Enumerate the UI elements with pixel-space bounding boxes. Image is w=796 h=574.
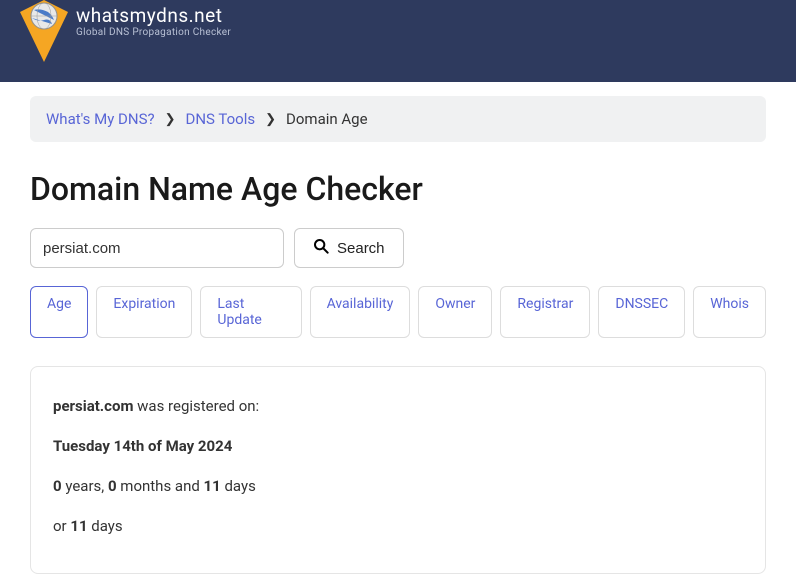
breadcrumb-home-link[interactable]: What's My DNS? xyxy=(46,110,155,128)
tab-age[interactable]: Age xyxy=(30,286,88,338)
logo-link[interactable]: whatsmydns.net Global DNS Propagation Ch… xyxy=(20,0,231,66)
tabs-row: Age Expiration Last Update Availability … xyxy=(30,286,766,338)
chevron-right-icon: ❯ xyxy=(265,112,276,127)
search-row: Search xyxy=(30,228,766,268)
tab-owner[interactable]: Owner xyxy=(418,286,492,338)
globe-pin-icon xyxy=(20,0,68,66)
tab-registrar[interactable]: Registrar xyxy=(500,286,590,338)
result-total-days: or 11 days xyxy=(53,517,743,535)
tab-availability[interactable]: Availability xyxy=(310,286,411,338)
result-registration-date: Tuesday 14th of May 2024 xyxy=(53,437,743,455)
result-age-breakdown: 0 years, 0 months and 11 days xyxy=(53,477,743,495)
site-subtitle: Global DNS Propagation Checker xyxy=(76,27,231,38)
breadcrumb: What's My DNS? ❯ DNS Tools ❯ Domain Age xyxy=(30,96,766,142)
result-card: persiat.com was registered on: Tuesday 1… xyxy=(30,366,766,574)
site-header: whatsmydns.net Global DNS Propagation Ch… xyxy=(0,0,796,82)
tab-expiration[interactable]: Expiration xyxy=(96,286,192,338)
result-registered-line: persiat.com was registered on: xyxy=(53,397,743,415)
breadcrumb-current: Domain Age xyxy=(286,110,368,128)
tab-dnssec[interactable]: DNSSEC xyxy=(598,286,685,338)
search-icon xyxy=(313,238,329,258)
search-button[interactable]: Search xyxy=(294,228,404,268)
domain-input[interactable] xyxy=(30,228,284,268)
search-button-label: Search xyxy=(337,240,385,257)
chevron-right-icon: ❯ xyxy=(165,112,176,127)
page-title: Domain Name Age Checker xyxy=(30,170,766,208)
result-domain: persiat.com xyxy=(53,397,133,415)
site-title: whatsmydns.net xyxy=(76,4,231,27)
tab-last-update[interactable]: Last Update xyxy=(200,286,301,338)
breadcrumb-tools-link[interactable]: DNS Tools xyxy=(186,110,256,128)
tab-whois[interactable]: Whois xyxy=(693,286,766,338)
